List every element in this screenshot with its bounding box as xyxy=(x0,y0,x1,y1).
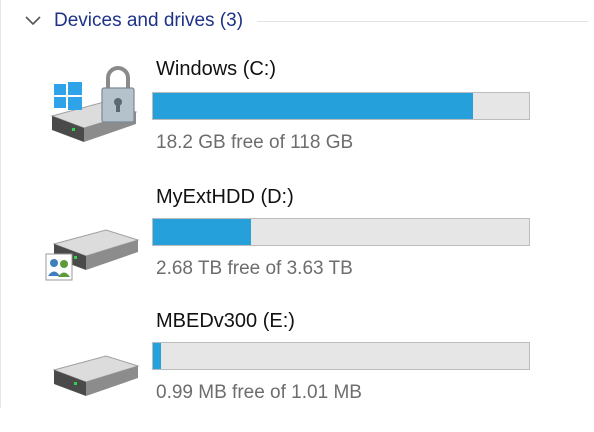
drive-free-space: 18.2 GB free of 118 GB xyxy=(156,132,354,153)
windows-drive-locked-icon xyxy=(44,58,144,158)
devices-and-drives-group-header[interactable]: Devices and drives (3) xyxy=(18,4,594,38)
pane-left-border xyxy=(0,0,1,408)
drive-usage-bar xyxy=(152,218,530,246)
drive-usage-bar-fill xyxy=(153,219,251,245)
drive-free-space: 2.68 TB free of 3.63 TB xyxy=(156,258,353,279)
drive-name: MBEDv300 (E:) xyxy=(156,310,295,332)
drive-usage-bar-fill xyxy=(153,343,161,369)
drive-usage-bar-fill xyxy=(153,93,473,119)
chevron-down-icon[interactable] xyxy=(18,6,48,36)
drive-free-space: 0.99 MB free of 1.01 MB xyxy=(156,382,362,403)
group-title: Devices and drives (3) xyxy=(54,10,244,31)
drive-name: Windows (C:) xyxy=(156,58,277,80)
drive-item-c[interactable]: Windows (C:) 18.2 GB free of 118 GB xyxy=(44,58,544,168)
drive-usage-bar xyxy=(152,92,530,120)
group-divider xyxy=(257,20,588,22)
shared-hard-drive-icon xyxy=(44,206,144,306)
drive-item-d[interactable]: MyExtHDD (D:) 2.68 TB free of 3.63 TB xyxy=(44,186,544,296)
drive-usage-bar xyxy=(152,342,530,370)
drive-item-e[interactable]: MBEDv300 (E:) 0.99 MB free of 1.01 MB xyxy=(44,310,544,420)
hard-drive-icon xyxy=(44,332,144,432)
drive-name: MyExtHDD (D:) xyxy=(156,186,294,208)
